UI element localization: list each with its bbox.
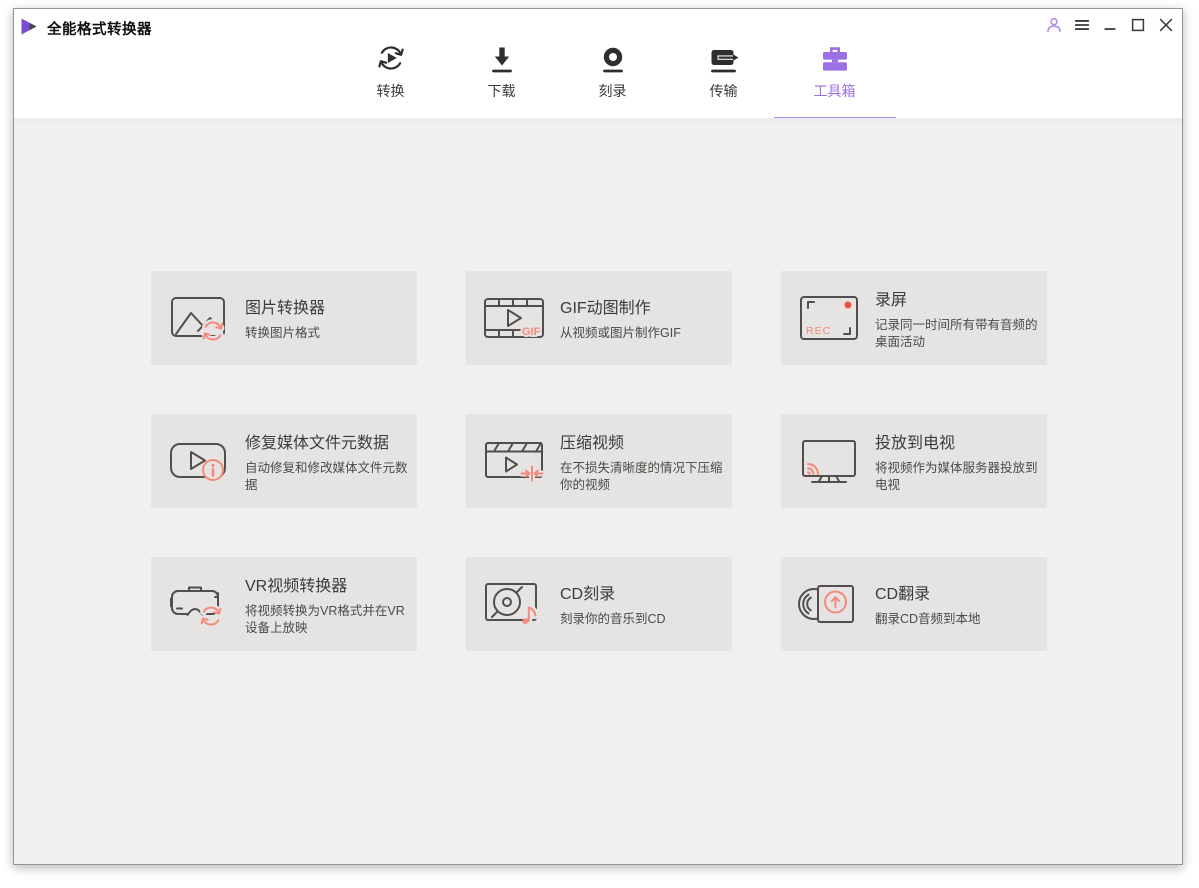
image-converter-icon: [167, 290, 231, 346]
cast-to-tv-icon: [797, 433, 861, 489]
card-desc: 将视频作为媒体服务器投放到电视: [875, 460, 1038, 492]
card-cd-burner[interactable]: CD刻录 刻录你的音乐到CD: [466, 557, 732, 651]
card-desc: 从视频或图片制作GIF: [560, 326, 681, 340]
minimize-button[interactable]: [1098, 12, 1122, 38]
card-desc: 记录同一时间所有带有音频的桌面活动: [875, 317, 1038, 349]
screen-record-icon: REC: [797, 290, 861, 346]
tab-download[interactable]: 下载: [461, 42, 542, 121]
card-cast-to-tv[interactable]: 投放到电视 将视频作为媒体服务器投放到电视: [781, 414, 1047, 508]
user-icon: [1045, 16, 1063, 34]
download-icon: [486, 42, 518, 75]
card-cd-ripper[interactable]: CD翻录 翻录CD音频到本地: [781, 557, 1047, 651]
card-desc: 在不损失清晰度的情况下压缩你的视频: [560, 460, 723, 492]
maximize-icon: [1129, 16, 1147, 34]
card-desc: 刻录你的音乐到CD: [560, 612, 666, 626]
card-screen-recorder[interactable]: REC 录屏 记录同一时间所有带有音频的桌面活动: [781, 271, 1047, 365]
card-title: 修复媒体文件元数据: [245, 434, 390, 452]
rec-icon-text: REC: [806, 325, 831, 337]
app-logo-icon: [19, 17, 39, 36]
card-title: 录屏: [875, 291, 908, 309]
tab-toolbox[interactable]: 工具箱: [794, 42, 875, 121]
window-controls: [1042, 12, 1178, 38]
toolbox-icon: [819, 42, 851, 75]
card-compress-video[interactable]: 压缩视频 在不损失清晰度的情况下压缩你的视频: [466, 414, 732, 508]
main-nav: 转换 下载 刻录 传输 工具箱: [350, 42, 875, 121]
card-fix-metadata[interactable]: 修复媒体文件元数据 自动修复和修改媒体文件元数据: [151, 414, 417, 508]
card-title: VR视频转换器: [245, 577, 348, 595]
maximize-button[interactable]: [1126, 12, 1150, 38]
burn-icon: [597, 42, 629, 75]
vr-converter-icon: [167, 576, 231, 632]
tab-label: 传输: [709, 83, 738, 99]
convert-icon: [375, 42, 407, 75]
header: 全能格式转换器 转换 下载 刻录 传输 工具箱: [14, 9, 1182, 122]
card-image-converter[interactable]: 图片转换器 转换图片格式: [151, 271, 417, 365]
app-window: 全能格式转换器 转换 下载 刻录 传输 工具箱 图片转换器 转换图片格式 GIF…: [13, 8, 1183, 865]
tab-burn[interactable]: 刻录: [572, 42, 653, 121]
tab-label: 刻录: [598, 83, 627, 99]
card-title: GIF动图制作: [560, 300, 651, 317]
tab-label: 工具箱: [813, 83, 856, 99]
cd-burn-icon: [482, 576, 546, 632]
card-title: CD翻录: [875, 586, 931, 603]
close-icon: [1157, 16, 1175, 34]
transfer-icon: [708, 42, 740, 75]
tab-label: 下载: [487, 83, 516, 99]
card-vr-converter[interactable]: VR视频转换器 将视频转换为VR格式并在VR设备上放映: [151, 557, 417, 651]
close-button[interactable]: [1154, 12, 1178, 38]
gif-maker-icon: GIF: [482, 290, 546, 346]
fix-metadata-icon: [167, 433, 231, 489]
card-title: CD刻录: [560, 586, 616, 603]
card-title: 投放到电视: [875, 434, 956, 452]
toolbox-panel: 图片转换器 转换图片格式 GIF GIF动图制作 从视频或图片制作GIF REC…: [14, 122, 1182, 864]
card-title: 图片转换器: [245, 300, 326, 317]
tab-transfer[interactable]: 传输: [683, 42, 764, 121]
card-desc: 自动修复和修改媒体文件元数据: [245, 460, 408, 492]
card-desc: 翻录CD音频到本地: [875, 612, 981, 626]
hamburger-icon: [1073, 16, 1091, 34]
tab-label: 转换: [376, 83, 405, 99]
app-title: 全能格式转换器: [47, 22, 152, 38]
gif-icon-text: GIF: [522, 326, 541, 338]
minimize-icon: [1101, 16, 1119, 34]
account-button[interactable]: [1042, 12, 1066, 38]
card-desc: 将视频转换为VR格式并在VR设备上放映: [245, 603, 405, 635]
card-title: 压缩视频: [560, 434, 625, 452]
compress-video-icon: [482, 433, 546, 489]
cd-rip-icon: [797, 576, 861, 632]
menu-button[interactable]: [1070, 12, 1094, 38]
toolbox-grid: 图片转换器 转换图片格式 GIF GIF动图制作 从视频或图片制作GIF REC…: [151, 271, 1047, 651]
card-desc: 转换图片格式: [245, 326, 321, 340]
tab-convert[interactable]: 转换: [350, 42, 431, 121]
card-gif-maker[interactable]: GIF GIF动图制作 从视频或图片制作GIF: [466, 271, 732, 365]
